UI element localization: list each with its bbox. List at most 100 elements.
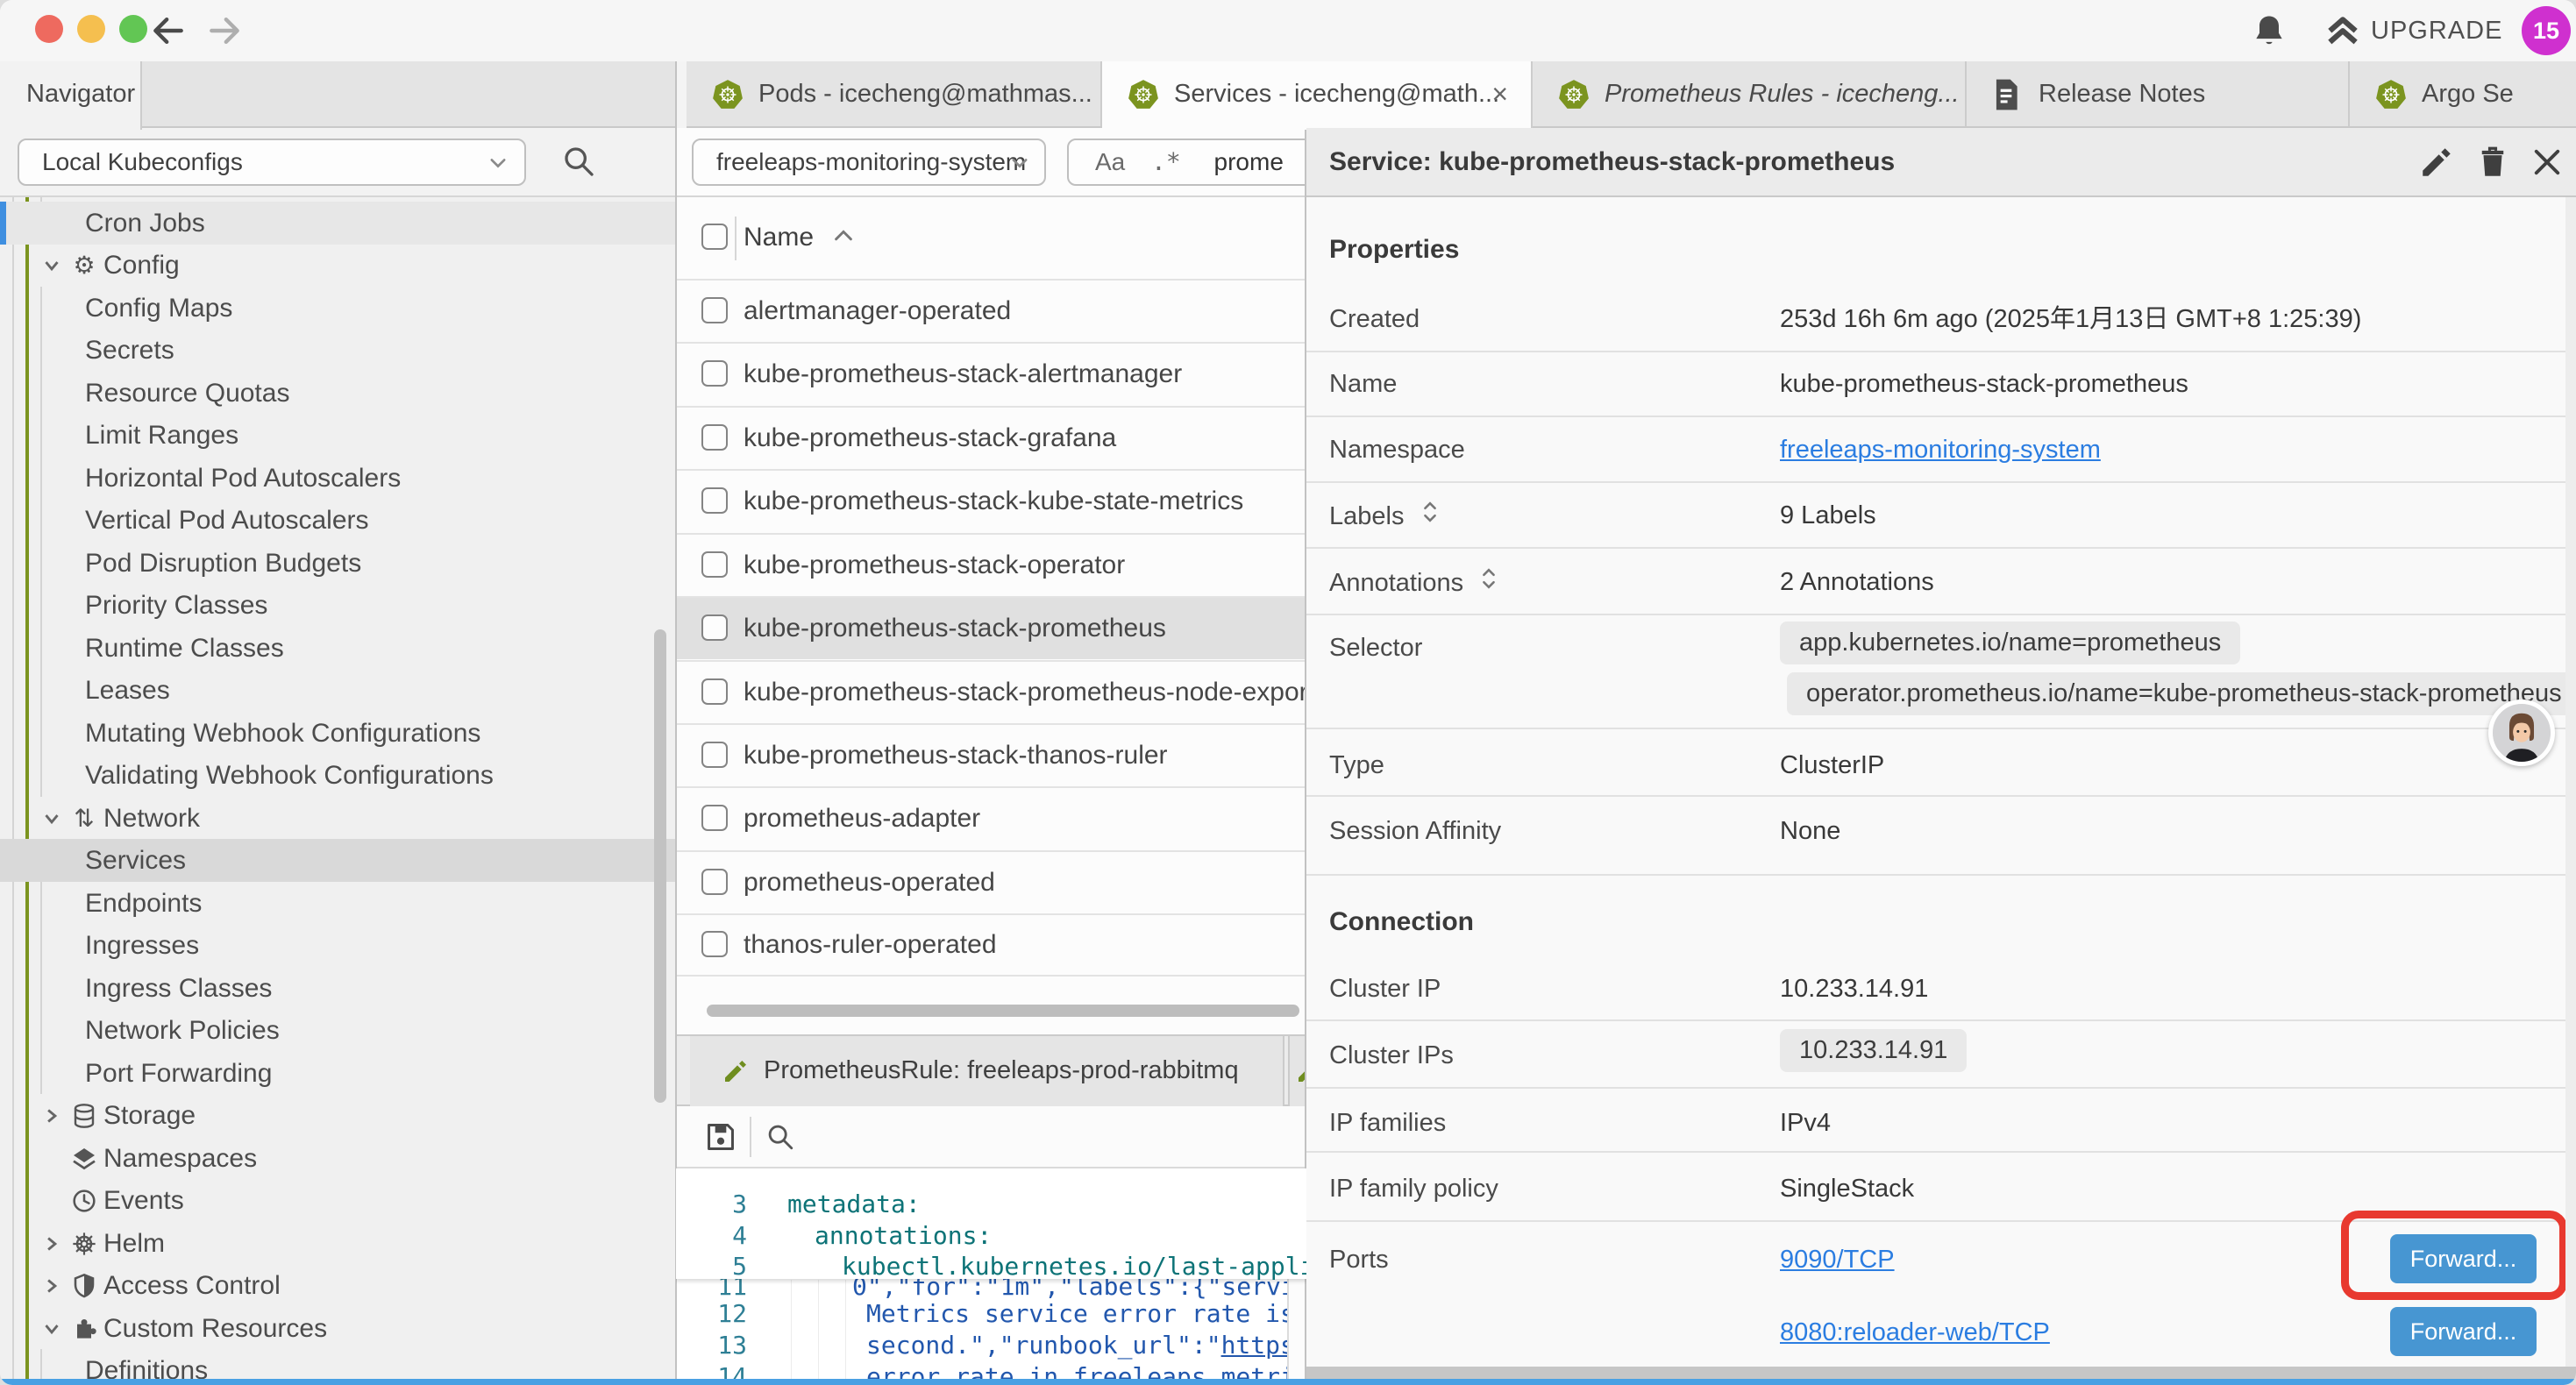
cluster-ip-value: 10.233.14.91 — [1780, 973, 1928, 1005]
row-checkbox[interactable] — [701, 360, 728, 387]
row-checkbox[interactable] — [701, 487, 728, 514]
annotations-label-text: Annotations — [1329, 569, 1463, 597]
sidebar-item-vertical-pod-autoscalers[interactable]: Vertical Pod Autoscalers — [0, 499, 676, 542]
forward-button-9090[interactable]: Forward... — [2390, 1234, 2537, 1283]
regex-icon[interactable]: .* — [1151, 147, 1181, 176]
table-row[interactable]: alertmanager-operated — [676, 279, 1306, 342]
column-header-name[interactable]: Name — [744, 223, 854, 252]
close-tab-icon[interactable]: × — [1491, 61, 1508, 126]
row-checkbox[interactable] — [701, 424, 728, 451]
minimize-window-button[interactable] — [77, 15, 105, 43]
sidebar-item-storage[interactable]: Storage — [0, 1094, 676, 1137]
sidebar-item-config-maps[interactable]: Config Maps — [0, 287, 676, 330]
save-icon[interactable] — [704, 1120, 737, 1154]
row-checkbox[interactable] — [701, 869, 728, 895]
table-row[interactable]: prometheus-operated — [676, 850, 1306, 913]
close-icon[interactable] — [2529, 144, 2565, 181]
sidebar-item-config[interactable]: ⚙ Config — [0, 244, 676, 287]
upgrade-label[interactable]: UPGRADE — [2371, 0, 2502, 61]
table-row[interactable]: prometheus-adapter — [676, 786, 1306, 849]
sidebar-item-cron-jobs[interactable]: Cron Jobs — [0, 202, 676, 245]
port-link-9090[interactable]: 9090/TCP — [1780, 1244, 1895, 1275]
horizontal-scrollbar[interactable] — [707, 1005, 1299, 1017]
table-row[interactable]: kube-prometheus-stack-thanos-ruler — [676, 723, 1306, 786]
port-link-8080[interactable]: 8080:reloader-web/TCP — [1780, 1317, 2050, 1348]
sidebar-item-limit-ranges[interactable]: Limit Ranges — [0, 414, 676, 457]
sidebar-item-pod-disruption-budgets[interactable]: Pod Disruption Budgets — [0, 542, 676, 585]
upgrade-icon[interactable] — [2323, 13, 2362, 52]
row-checkbox[interactable] — [701, 678, 728, 705]
row-checkbox[interactable] — [701, 931, 728, 957]
sidebar-item-horizontal-pod-autoscalers[interactable]: Horizontal Pod Autoscalers — [0, 457, 676, 500]
match-case-icon[interactable]: Aa — [1095, 148, 1125, 175]
sidebar-item-leases[interactable]: Leases — [0, 669, 676, 712]
details-title: Service: kube-prometheus-stack-prometheu… — [1329, 128, 1895, 195]
sidebar-item-secrets[interactable]: Secrets — [0, 329, 676, 372]
tab-navigator[interactable]: Navigator — [0, 61, 142, 130]
table-row[interactable]: kube-prometheus-stack-kube-state-metrics — [676, 469, 1306, 532]
sidebar-item-services[interactable]: Services — [0, 839, 676, 882]
sidebar-item-port-forwarding[interactable]: Port Forwarding — [0, 1052, 676, 1095]
zoom-window-button[interactable] — [119, 15, 147, 43]
row-checkbox[interactable] — [701, 297, 728, 323]
edit-pencil-icon[interactable] — [2418, 144, 2455, 181]
details-horizontal-scrollbar[interactable] — [1306, 1367, 2576, 1379]
sidebar-item-priority-classes[interactable]: Priority Classes — [0, 584, 676, 627]
tab-argo[interactable]: Argo Se — [2350, 61, 2576, 126]
sidebar-item-label: Limit Ranges — [85, 421, 238, 451]
expand-collapse-icon[interactable] — [1420, 500, 1440, 524]
row-checkbox[interactable] — [701, 551, 728, 578]
yaml-editor[interactable]: 11 0","for":"1m","labels":{"service":"f … — [676, 1168, 1306, 1379]
sidebar-item-access-control[interactable]: Access Control — [0, 1264, 676, 1307]
editor-search-icon[interactable] — [765, 1122, 795, 1152]
sidebar-scrollbar[interactable] — [654, 629, 666, 1103]
sidebar-item-network-policies[interactable]: Network Policies — [0, 1009, 676, 1052]
sidebar-item-label: Priority Classes — [85, 591, 267, 621]
details-scrollbar[interactable] — [2565, 197, 2576, 1367]
editor-tab-prometheusrule[interactable]: PrometheusRule: freeleaps-prod-rabbitmq — [690, 1036, 1284, 1106]
sidebar-item-ingress-classes[interactable]: Ingress Classes — [0, 967, 676, 1010]
row-checkbox[interactable] — [701, 742, 728, 768]
tab-release-notes[interactable]: Release Notes — [1967, 61, 2350, 126]
avatar[interactable] — [2488, 700, 2555, 766]
tab-services[interactable]: Services - icecheng@math... × — [1102, 61, 1533, 130]
notifications-bell-icon[interactable] — [2250, 11, 2288, 50]
search-icon[interactable] — [561, 144, 596, 179]
table-row[interactable]: thanos-ruler-operated — [676, 913, 1306, 977]
namespace-filter-select[interactable]: freeleaps-monitoring-system — [692, 138, 1046, 186]
namespace-link[interactable]: freeleaps-monitoring-system — [1780, 434, 2101, 465]
forward-icon[interactable] — [205, 11, 244, 50]
table-row-selected[interactable]: kube-prometheus-stack-prometheus — [676, 596, 1306, 659]
sidebar-item-custom-resources[interactable]: Custom Resources — [0, 1307, 676, 1350]
sidebar-item-helm[interactable]: Helm — [0, 1222, 676, 1265]
tab-pods[interactable]: Pods - icecheng@mathmas... — [687, 61, 1102, 126]
kubeconfig-selector[interactable]: Local Kubeconfigs — [18, 138, 526, 186]
sidebar-item-ingresses[interactable]: Ingresses — [0, 924, 676, 967]
row-checkbox[interactable] — [701, 805, 728, 831]
updown-arrows-icon: ⇅ — [70, 805, 98, 833]
sidebar-item-events[interactable]: Events — [0, 1179, 676, 1222]
sidebar-item-mutating-webhook-configurations[interactable]: Mutating Webhook Configurations — [0, 712, 676, 755]
close-window-button[interactable] — [35, 15, 63, 43]
sidebar-tabstrip: Navigator — [0, 61, 676, 128]
tab-prometheus-rules[interactable]: Prometheus Rules - icecheng... — [1533, 61, 1967, 126]
sidebar-item-endpoints[interactable]: Endpoints — [0, 882, 676, 925]
select-all-checkbox[interactable] — [701, 224, 728, 250]
sidebar-item-label: Resource Quotas — [85, 379, 289, 408]
sidebar-item-resource-quotas[interactable]: Resource Quotas — [0, 372, 676, 415]
table-row[interactable]: kube-prometheus-stack-alertmanager — [676, 342, 1306, 405]
expand-collapse-icon[interactable] — [1479, 566, 1498, 591]
sidebar-item-namespaces[interactable]: Namespaces — [0, 1137, 676, 1180]
table-row[interactable]: kube-prometheus-stack-grafana — [676, 406, 1306, 469]
delete-trash-icon[interactable] — [2474, 144, 2511, 181]
notification-badge[interactable]: 15 — [2522, 6, 2571, 55]
sidebar-item-network[interactable]: ⇅ Network — [0, 797, 676, 840]
back-icon[interactable] — [149, 11, 188, 50]
row-checkbox[interactable] — [701, 614, 728, 641]
table-row[interactable]: kube-prometheus-stack-prometheus-node-ex… — [676, 660, 1306, 723]
forward-button-8080[interactable]: Forward... — [2390, 1307, 2537, 1356]
search-input[interactable]: Aa .* prome — [1067, 138, 1330, 186]
table-row[interactable]: kube-prometheus-stack-operator — [676, 533, 1306, 596]
sidebar-item-validating-webhook-configurations[interactable]: Validating Webhook Configurations — [0, 754, 676, 797]
sidebar-item-runtime-classes[interactable]: Runtime Classes — [0, 627, 676, 670]
